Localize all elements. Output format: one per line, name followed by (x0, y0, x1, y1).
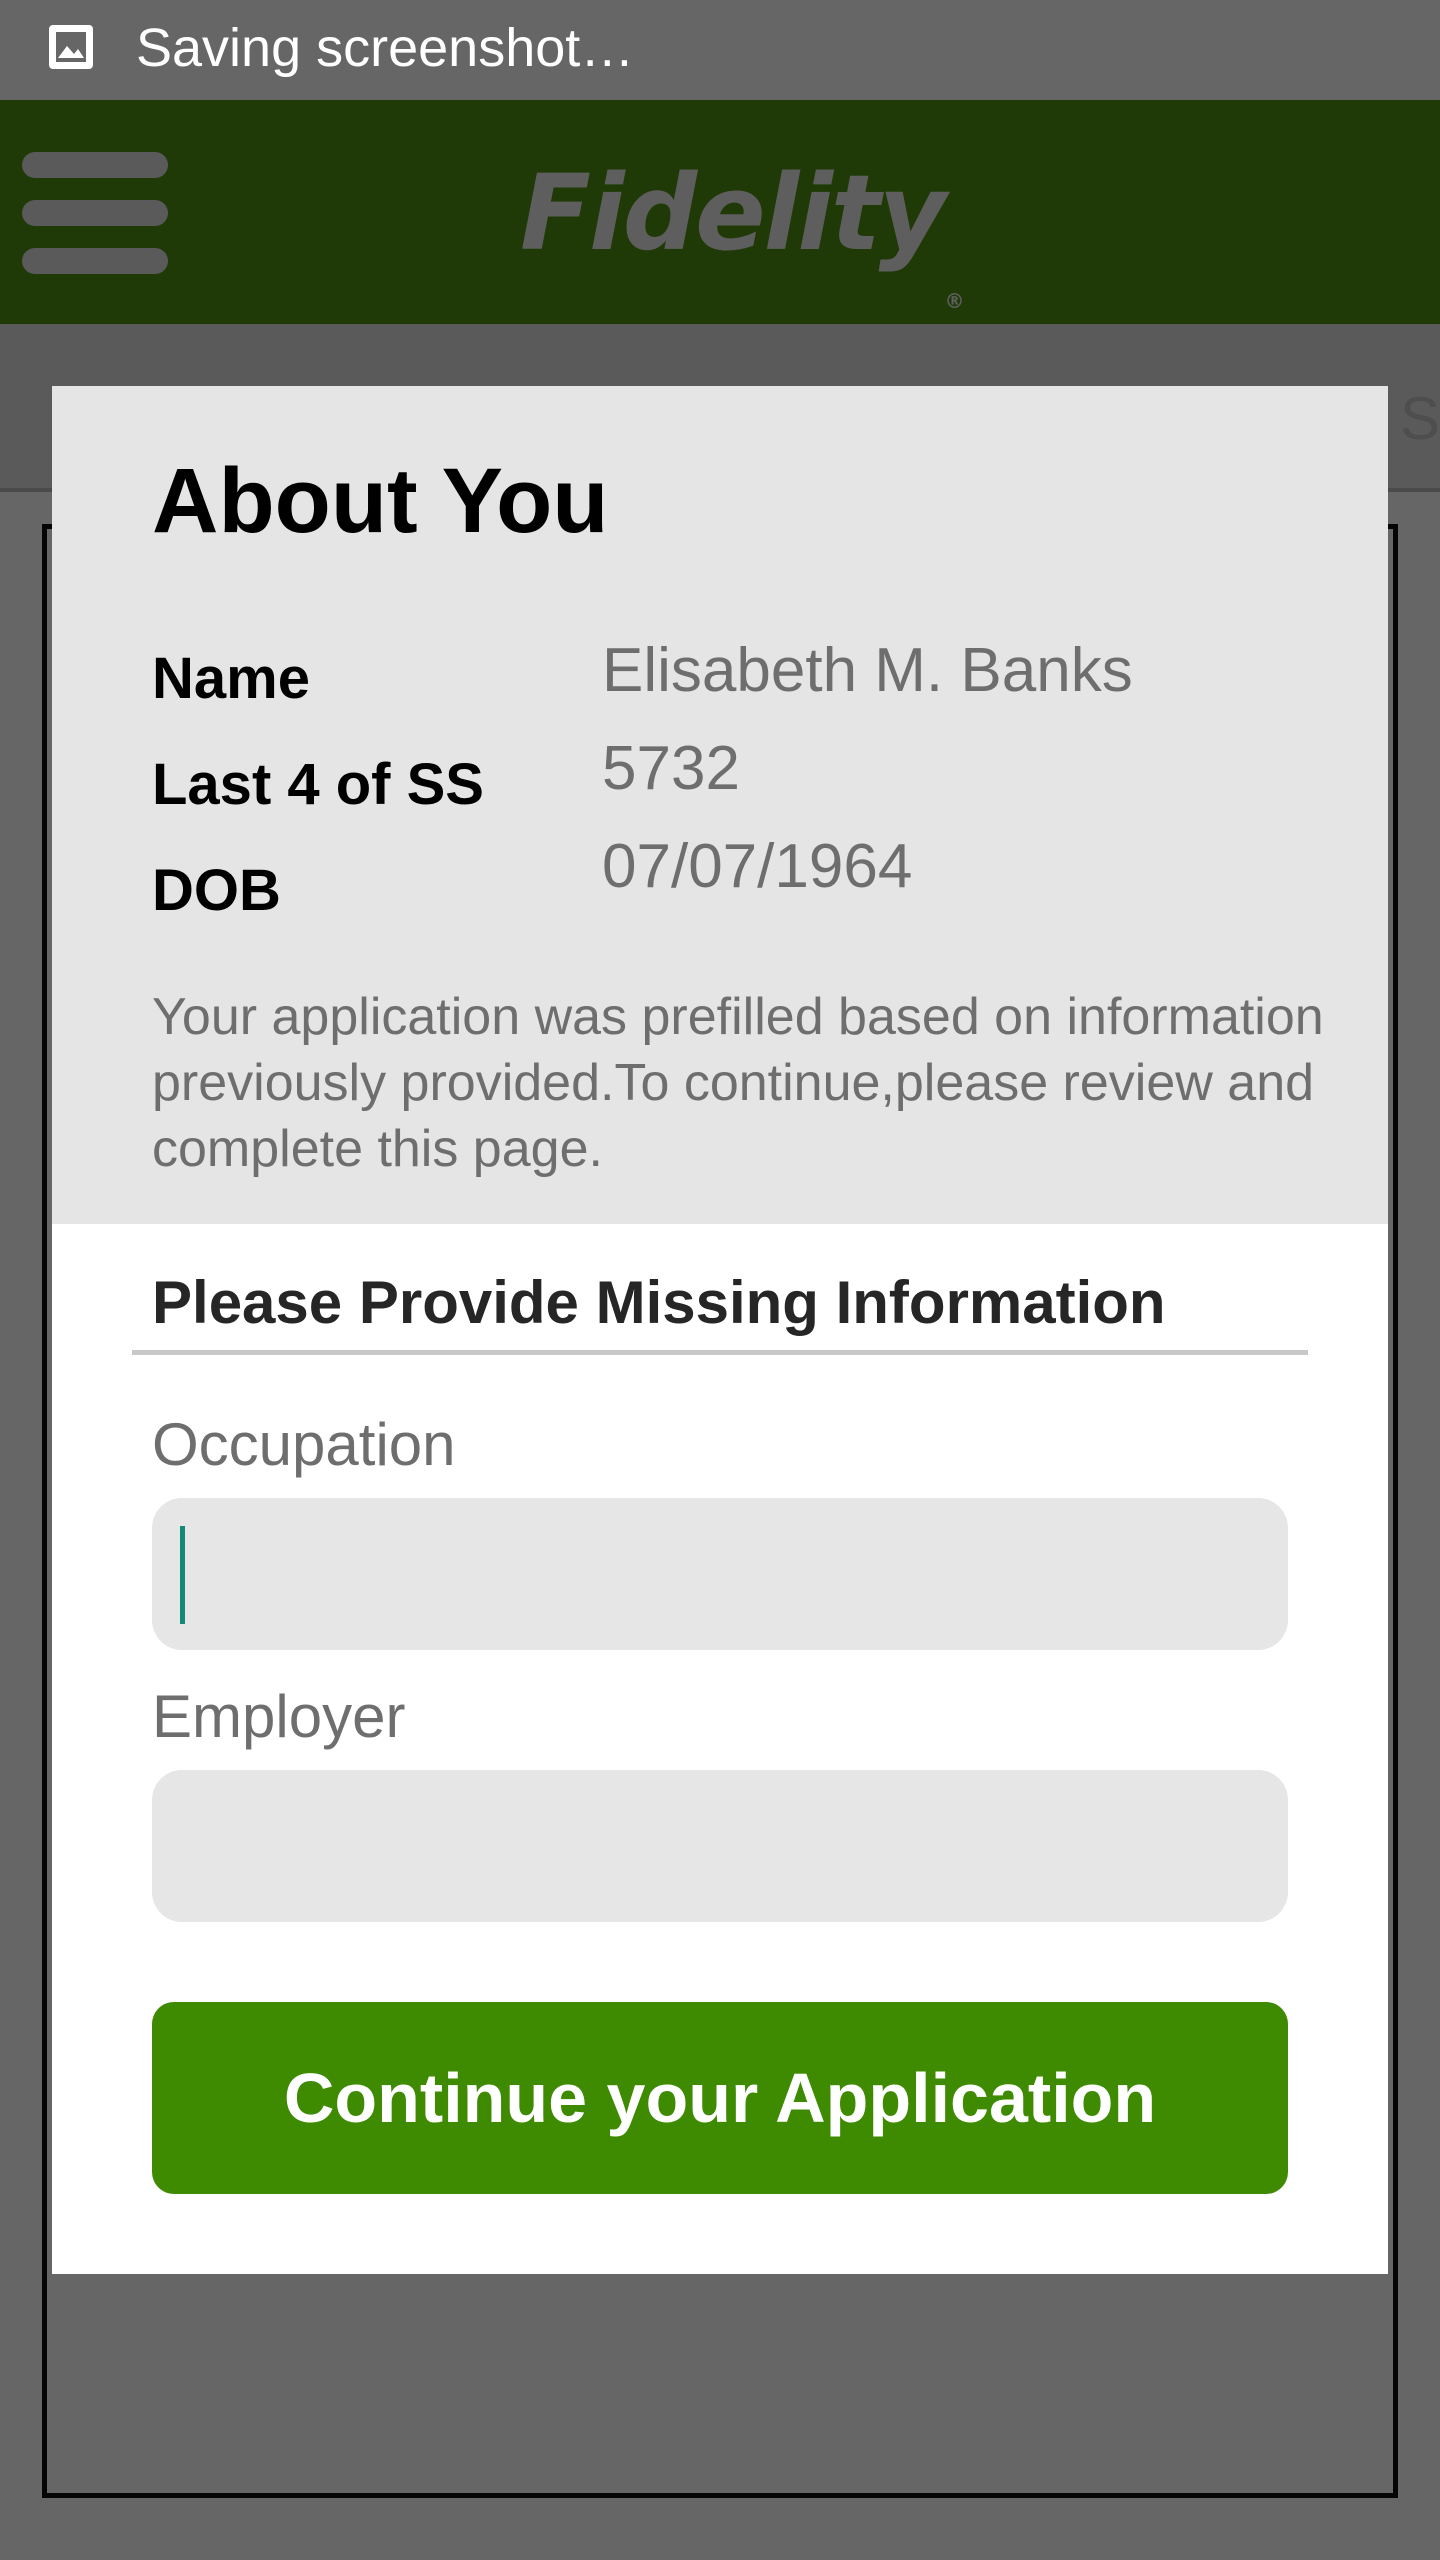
image-icon (49, 25, 93, 69)
prefill-note: Your application was prefilled based on … (152, 988, 1324, 1178)
dob-value: 07/07/1964 (602, 832, 913, 901)
employer-input[interactable] (152, 1770, 1288, 1922)
text-caret (180, 1526, 185, 1624)
occupation-input[interactable] (152, 1498, 1288, 1650)
logo-text: Fidelity (520, 152, 946, 274)
ssn-label: Last 4 of SS (152, 752, 484, 817)
fidelity-logo[interactable]: Fidelity® (520, 148, 964, 313)
about-you-summary-panel: About You Name Elisabeth M. Banks Last 4… (52, 386, 1388, 1224)
status-bar: Saving screenshot… (0, 0, 1440, 100)
subheader-partial-icon: S (1400, 385, 1440, 452)
name-value: Elisabeth M. Banks (602, 636, 1133, 705)
about-you-modal: About You Name Elisabeth M. Banks Last 4… (52, 386, 1388, 2274)
section-divider (132, 1350, 1308, 1355)
occupation-label: Occupation (152, 1411, 456, 1478)
modal-title: About You (152, 450, 609, 552)
hamburger-menu-icon[interactable] (22, 150, 170, 276)
dob-label: DOB (152, 858, 281, 923)
continue-application-button[interactable]: Continue your Application (152, 2002, 1288, 2194)
name-label: Name (152, 646, 310, 711)
missing-info-heading: Please Provide Missing Information (152, 1269, 1166, 1336)
employer-label: Employer (152, 1683, 406, 1750)
ssn-value: 5732 (602, 734, 740, 803)
status-text: Saving screenshot… (136, 18, 635, 78)
